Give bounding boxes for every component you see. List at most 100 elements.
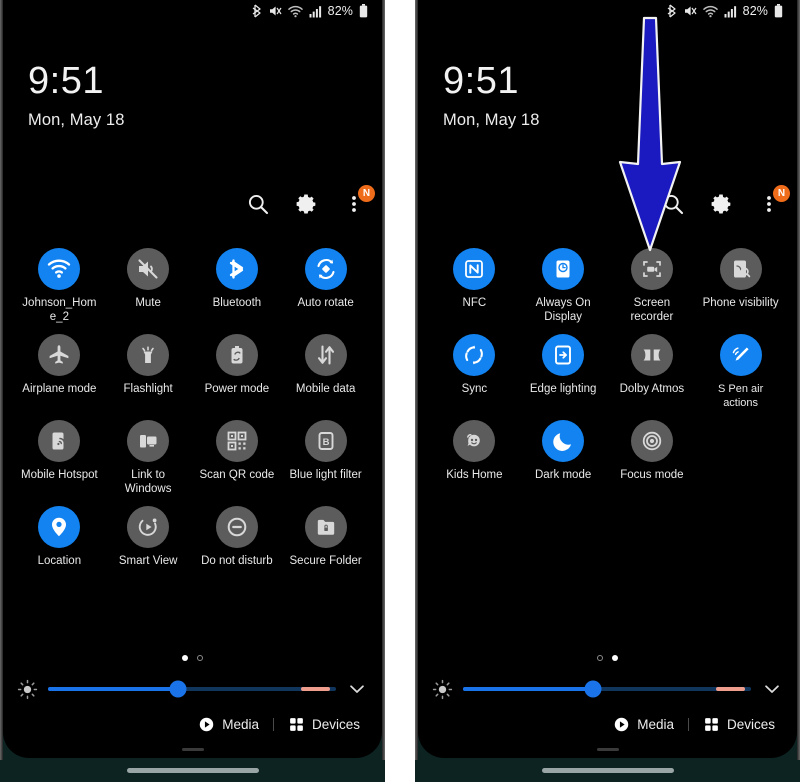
bluetooth-tile-icon [215, 248, 258, 290]
navigation-gesture-bar[interactable] [541, 768, 674, 773]
tile-flashlight[interactable]: Flashlight [104, 330, 193, 410]
overflow-menu-icon[interactable]: N [757, 185, 790, 216]
navigation-gesture-bar[interactable] [126, 768, 259, 773]
media-label: Media [222, 717, 259, 732]
secure-folder-icon [304, 506, 347, 548]
chevron-down-icon[interactable] [761, 678, 783, 700]
tile-label: Flashlight [123, 383, 173, 395]
search-icon[interactable] [246, 192, 270, 216]
smart-view-icon [127, 506, 170, 548]
tile-power-mode[interactable]: Power mode [193, 330, 282, 410]
tile-sync[interactable]: Sync [430, 330, 519, 410]
page-dot-2[interactable] [612, 655, 618, 661]
tile-secure-folder[interactable]: Secure Folder [281, 502, 370, 582]
dark-mode-icon [542, 420, 585, 462]
tile-label: Mobile data [295, 383, 356, 395]
page-indicator-left [3, 655, 382, 661]
tile-nfc[interactable]: NFC [430, 244, 519, 324]
panel-drag-handle[interactable] [596, 748, 619, 751]
tile-label: Power mode [204, 383, 270, 395]
tile-label: Secure Folder [289, 555, 362, 567]
tile-airplane-mode[interactable]: Airplane mode [15, 330, 104, 410]
tile-label: Smart View [118, 555, 178, 567]
tile-mute[interactable]: Mute [104, 244, 193, 324]
brightness-icon [17, 679, 38, 699]
tile-location[interactable]: Location [15, 502, 104, 582]
brightness-icon [432, 679, 453, 699]
gear-icon[interactable] [294, 192, 318, 216]
sync-icon [453, 334, 496, 376]
page-dot-2[interactable] [197, 655, 203, 661]
power-mode-icon [215, 334, 258, 376]
page-dot-1[interactable] [182, 655, 188, 661]
gear-icon[interactable] [709, 192, 733, 216]
tile-label: Edge lighting [529, 383, 597, 395]
tile-label: Auto rotate [297, 297, 354, 309]
brightness-slider[interactable] [48, 680, 336, 698]
tile-kids-home[interactable]: Kids Home [430, 416, 519, 496]
brightness-row-right [418, 678, 797, 700]
tile-s-pen-air-actions[interactable]: S Pen air actions [696, 330, 785, 410]
overflow-menu-icon[interactable]: N [342, 185, 375, 216]
divider [272, 718, 274, 731]
mobile-data-icon [304, 334, 347, 376]
tile-bluetooth[interactable]: Bluetooth [193, 244, 282, 324]
brightness-slider-knob[interactable] [169, 680, 187, 698]
tile-label: Johnson_Home_2 [22, 297, 97, 323]
phone-right: 82% 9:51 Mon, May 18 N NFC Always On Dis… [415, 0, 800, 782]
location-pin-icon [38, 506, 81, 548]
tile-label: Blue light filter [289, 469, 362, 481]
tile-dark-mode[interactable]: Dark mode [519, 416, 608, 496]
tile-mobile-hotspot[interactable]: Mobile Hotspot [15, 416, 104, 496]
phone-edge-right [382, 0, 385, 760]
tile-blue-light-filter[interactable]: B Blue light filter [281, 416, 370, 496]
search-icon[interactable] [661, 192, 685, 216]
tile-link-to-windows[interactable]: Link to Windows [104, 416, 193, 496]
play-circle-icon [199, 717, 214, 732]
tile-always-on-display[interactable]: Always On Display [519, 244, 608, 324]
tile-wifi[interactable]: Johnson_Home_2 [15, 244, 104, 324]
mute-icon [269, 6, 282, 16]
tile-phone-visibility[interactable]: Phone visibility [696, 244, 785, 324]
tile-dolby-atmos[interactable]: Dolby Atmos [608, 330, 697, 410]
brightness-slider-fill [48, 687, 178, 691]
brightness-slider-knob[interactable] [584, 680, 602, 698]
grid-squares-icon [290, 718, 303, 731]
page-indicator-right [418, 655, 797, 661]
brightness-slider[interactable] [463, 680, 751, 698]
chevron-down-icon[interactable] [346, 678, 368, 700]
tile-label: Location [37, 555, 82, 567]
tile-label: Link to Windows [124, 469, 172, 495]
status-bar: 82% [3, 0, 382, 22]
clock-time: 9:51 [443, 60, 519, 102]
blue-light-filter-icon: B [304, 420, 347, 462]
panel-drag-handle[interactable] [181, 748, 204, 751]
brightness-slider-highlight [301, 687, 331, 691]
screen-recorder-icon [630, 248, 673, 290]
battery-percent: 82% [742, 4, 768, 18]
clock-block: 9:51 Mon, May 18 [443, 62, 539, 130]
tile-label: Do not disturb [201, 555, 273, 567]
tile-edge-lighting[interactable]: Edge lighting [519, 330, 608, 410]
tile-do-not-disturb[interactable]: Do not disturb [193, 502, 282, 582]
media-button[interactable]: Media [198, 716, 259, 733]
notification-badge: N [358, 185, 375, 202]
nfc-icon [453, 248, 496, 290]
tile-auto-rotate[interactable]: Auto rotate [281, 244, 370, 324]
tile-mobile-data[interactable]: Mobile data [281, 330, 370, 410]
tile-label: Mobile Hotspot [21, 469, 98, 481]
page-dot-1[interactable] [597, 655, 603, 661]
hotspot-icon [38, 420, 81, 462]
tile-screen-recorder[interactable]: Screen recorder [608, 244, 697, 324]
media-button[interactable]: Media [613, 716, 674, 733]
devices-button[interactable]: Devices [703, 716, 775, 733]
tile-scan-qr-code[interactable]: Scan QR code [193, 416, 282, 496]
tile-smart-view[interactable]: Smart View [104, 502, 193, 582]
tile-focus-mode[interactable]: Focus mode [608, 416, 697, 496]
tile-label: Screen recorder [630, 297, 674, 323]
always-on-display-icon [542, 248, 585, 290]
tile-label: Sync [461, 383, 488, 395]
devices-button[interactable]: Devices [288, 716, 360, 733]
tile-label: Scan QR code [199, 469, 275, 481]
quick-settings-screen-right: 82% 9:51 Mon, May 18 N NFC Always On Dis… [418, 0, 797, 758]
